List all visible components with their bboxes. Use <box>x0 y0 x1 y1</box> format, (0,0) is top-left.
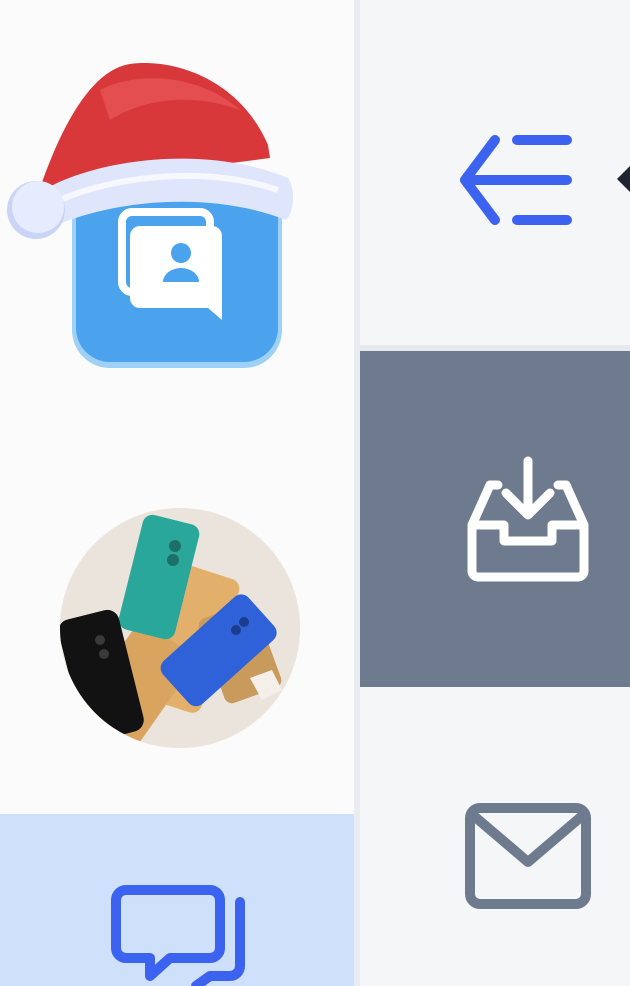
envelope-icon <box>465 803 591 909</box>
avatar[interactable] <box>60 508 300 748</box>
phones-photo-avatar <box>60 508 300 748</box>
chevron-left-icon <box>617 166 630 192</box>
collapse-menu-arrow-icon[interactable] <box>455 128 580 232</box>
chat-bubbles-icon <box>111 885 245 986</box>
messaging-app-sidebar <box>0 0 630 986</box>
app-logo-icon[interactable] <box>0 50 310 380</box>
inbox-download-icon <box>467 456 589 582</box>
